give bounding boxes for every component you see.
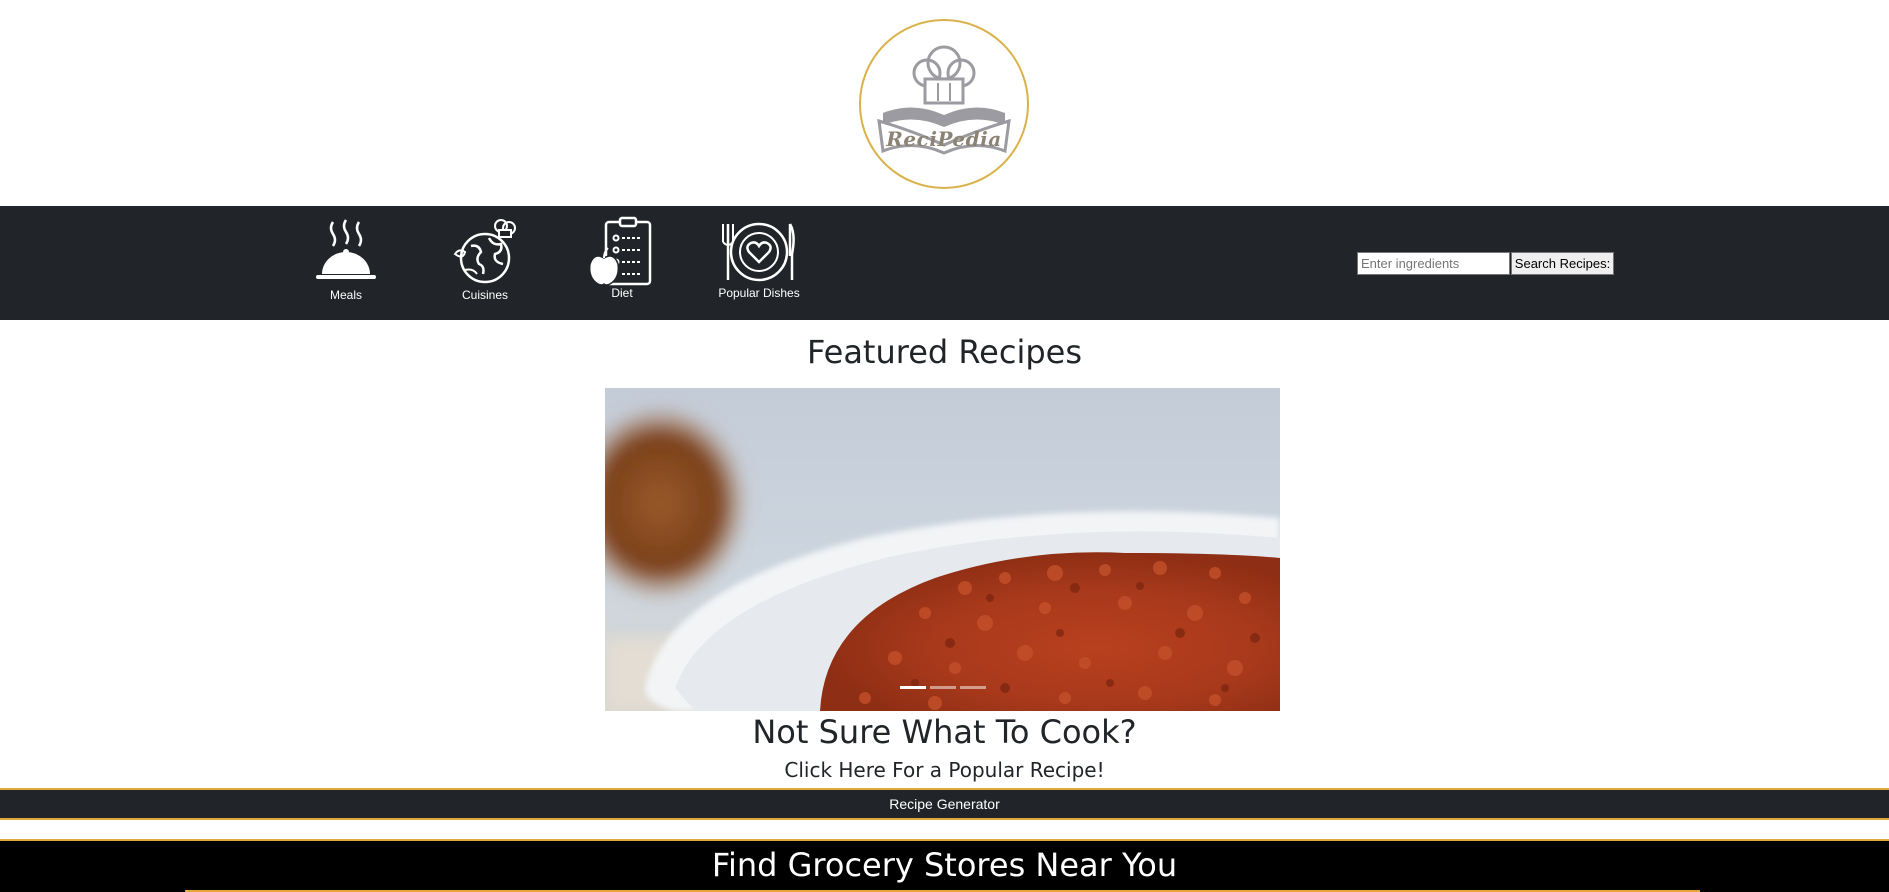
nav-label-diet: Diet [611,286,633,300]
logo-header: ReciPedia [0,0,1889,206]
featured-recipes-heading: Featured Recipes [806,333,1083,371]
nav-label-popular-dishes: Popular Dishes [718,286,800,300]
grocery-section-header: Find Grocery Stores Near You [0,841,1889,892]
cloche-icon [316,219,376,279]
globe-chef-hat-icon [453,219,516,284]
carousel-indicator-1[interactable] [899,686,926,689]
carousel-indicator-3[interactable] [959,686,986,689]
recipe-generator-button[interactable]: Recipe Generator [0,788,1889,820]
carousel-indicators [605,686,1280,689]
clipboard-apple-icon [588,216,652,286]
main-navbar: Meals Cuisines Diet Popular Dishes Enter… [0,206,1889,320]
nav-item-diet[interactable]: Diet [567,216,677,312]
nav-item-popular-dishes[interactable]: Popular Dishes [704,216,814,312]
bolognese-plate-image [605,388,1280,711]
logo-wordmark: ReciPedia [886,127,1002,151]
nav-label-cuisines: Cuisines [461,288,509,302]
search-recipes-button[interactable]: Search Recipes: [1511,252,1614,275]
carousel-indicator-2[interactable] [929,686,956,689]
nav-label-meals: Meals [329,288,362,302]
nav-item-meals[interactable]: Meals [291,216,401,312]
chef-hat-book-icon [877,45,1011,155]
nav-item-cuisines[interactable]: Cuisines [430,216,540,312]
not-sure-heading: Not Sure What To Cook? [752,713,1137,751]
grocery-heading: Find Grocery Stores Near You [711,846,1178,884]
featured-recipes-carousel[interactable] [605,388,1280,711]
plate-fork-knife-icon [722,222,795,282]
recipedia-logo[interactable]: ReciPedia [859,19,1029,189]
ingredients-search-input[interactable] [1357,252,1510,275]
popular-recipe-link[interactable]: Click Here For a Popular Recipe! [0,758,1889,782]
